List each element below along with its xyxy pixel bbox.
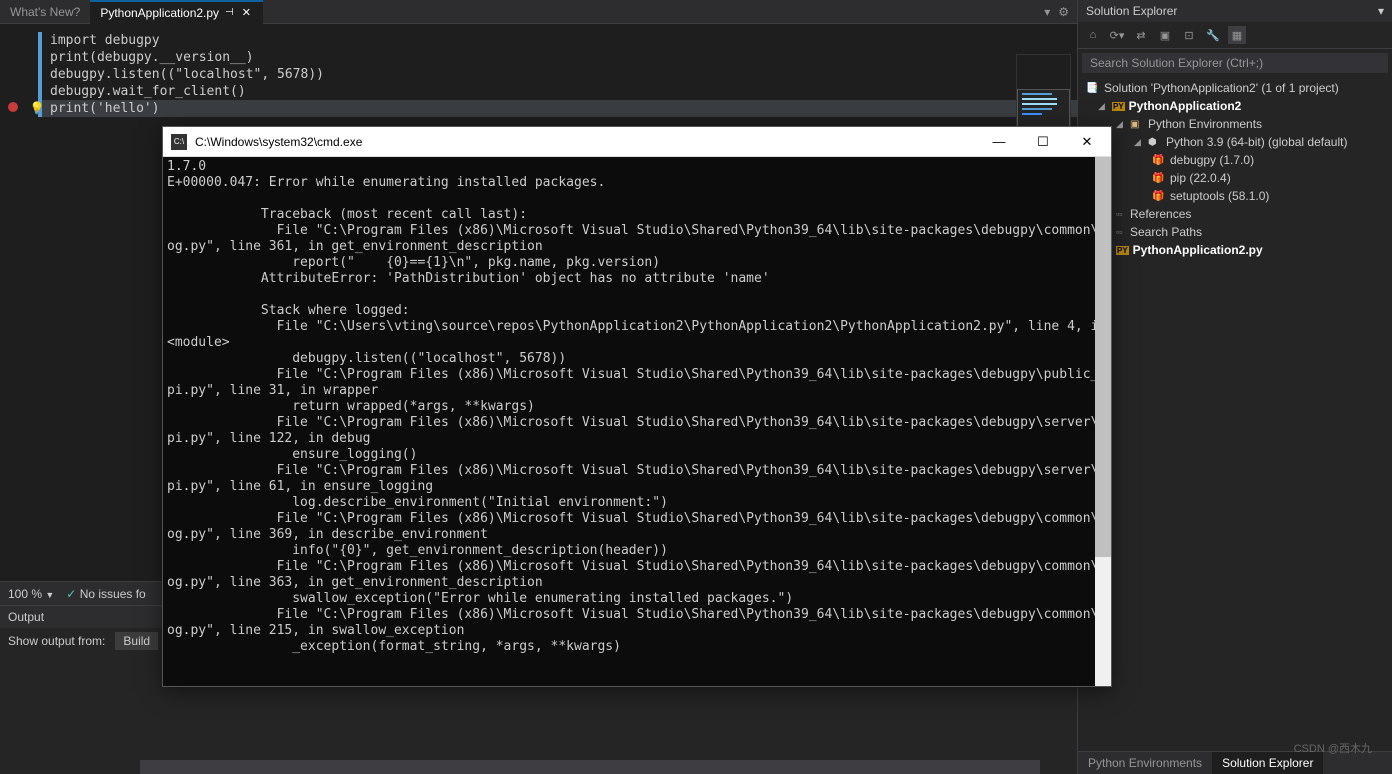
code-token: (( bbox=[160, 67, 176, 82]
error-indicator-icon[interactable] bbox=[8, 102, 18, 112]
horizontal-scrollbar[interactable] bbox=[0, 760, 1077, 774]
python-project-icon: PY bbox=[1112, 102, 1125, 111]
code-token: ) bbox=[246, 50, 254, 65]
output-from-select[interactable]: Build bbox=[115, 632, 158, 650]
cmd-icon: C:\ bbox=[171, 134, 187, 150]
searchpaths-node[interactable]: ▫▫Search Paths bbox=[1078, 223, 1392, 241]
expand-icon[interactable]: ▫▫ bbox=[1116, 227, 1126, 237]
preview-icon[interactable]: ▦ bbox=[1228, 26, 1246, 44]
tab-file[interactable]: PythonApplication2.py ⊣ ✕ bbox=[90, 0, 263, 24]
code-token: debugpy bbox=[97, 33, 160, 48]
tab-solution-explorer[interactable]: Solution Explorer bbox=[1212, 752, 1323, 774]
panel-title: Solution Explorer bbox=[1086, 4, 1177, 18]
code-token: debugpy. bbox=[50, 84, 113, 99]
code-token: print bbox=[50, 101, 89, 116]
package-node[interactable]: 🎁debugpy (1.7.0) bbox=[1078, 151, 1392, 169]
code-token: listen bbox=[113, 67, 160, 82]
package-icon: 🎁 bbox=[1152, 173, 1166, 184]
code-token: 'hello' bbox=[97, 101, 152, 116]
code-token: , bbox=[261, 67, 277, 82]
python-env-node[interactable]: ◢⬢Python 3.9 (64-bit) (global default) bbox=[1078, 133, 1392, 151]
code-token: 5678 bbox=[277, 67, 308, 82]
cmd-scrollbar[interactable] bbox=[1095, 157, 1111, 686]
solution-explorer-toolbar: ⌂ ⟳▾ ⇄ ▣ ⊡ 🔧 ▦ bbox=[1078, 22, 1392, 49]
code-token: "localhost" bbox=[175, 67, 261, 82]
solution-node[interactable]: 📑Solution 'PythonApplication2' (1 of 1 p… bbox=[1078, 79, 1392, 97]
package-node[interactable]: 🎁pip (22.0.4) bbox=[1078, 169, 1392, 187]
solution-tree: 📑Solution 'PythonApplication2' (1 of 1 p… bbox=[1078, 77, 1392, 751]
maximize-button[interactable]: ☐ bbox=[1021, 128, 1065, 156]
issues-indicator[interactable]: ✓ No issues fo bbox=[66, 587, 145, 601]
code-token: print bbox=[50, 50, 89, 65]
package-icon: 🎁 bbox=[1152, 191, 1166, 202]
dropdown-icon[interactable]: ▾ bbox=[1044, 5, 1050, 19]
code-token: __version__ bbox=[160, 50, 246, 65]
expand-icon[interactable]: ◢ bbox=[1134, 137, 1144, 148]
close-icon[interactable]: ✕ bbox=[240, 6, 253, 19]
tab-label: PythonApplication2.py bbox=[100, 6, 219, 20]
code-token: (debugpy. bbox=[89, 50, 159, 65]
solution-icon: 📑 bbox=[1086, 83, 1100, 94]
expand-icon[interactable]: ◢ bbox=[1098, 101, 1108, 112]
sync-icon[interactable]: ⇄ bbox=[1132, 26, 1150, 44]
home-icon[interactable]: ⌂ bbox=[1084, 26, 1102, 44]
package-icon: 🎁 bbox=[1152, 155, 1166, 166]
gear-icon[interactable]: ⚙ bbox=[1058, 5, 1069, 19]
cmd-title: C:\Windows\system32\cmd.exe bbox=[195, 135, 977, 149]
sidebar-bottom-tabs: Python Environments Solution Explorer bbox=[1078, 751, 1392, 774]
check-icon: ✓ bbox=[66, 587, 76, 601]
code-token: () bbox=[230, 84, 246, 99]
minimize-button[interactable]: — bbox=[977, 128, 1021, 156]
cmd-titlebar[interactable]: C:\ C:\Windows\system32\cmd.exe — ☐ ✕ bbox=[163, 127, 1111, 157]
close-button[interactable]: ✕ bbox=[1065, 128, 1109, 156]
project-node[interactable]: ◢PYPythonApplication2 bbox=[1078, 97, 1392, 115]
code-token: ) bbox=[152, 101, 160, 116]
python-file-icon: PY bbox=[1116, 246, 1129, 255]
code-token: wait_for_client bbox=[113, 84, 230, 99]
output-from-label: Show output from: bbox=[8, 634, 105, 648]
file-node[interactable]: PYPythonApplication2.py bbox=[1078, 241, 1392, 259]
code-token: )) bbox=[308, 67, 324, 82]
expand-icon[interactable]: ◢ bbox=[1116, 119, 1126, 130]
zoom-level[interactable]: 100 % ▼ bbox=[8, 587, 54, 601]
python-env-icon: ⬢ bbox=[1148, 137, 1162, 148]
cmd-window[interactable]: C:\ C:\Windows\system32\cmd.exe — ☐ ✕ 1.… bbox=[162, 126, 1112, 687]
tab-whatsnew[interactable]: What's New? bbox=[0, 1, 90, 23]
tab-label: What's New? bbox=[10, 5, 80, 19]
code-token: ( bbox=[89, 101, 97, 116]
collapse-icon[interactable]: ▣ bbox=[1156, 26, 1174, 44]
code-token: import bbox=[50, 33, 97, 48]
solution-explorer-search[interactable]: Search Solution Explorer (Ctrl+;) bbox=[1082, 53, 1388, 73]
tab-bar: What's New? PythonApplication2.py ⊣ ✕ ▾ … bbox=[0, 0, 1077, 24]
environments-node[interactable]: ◢▣Python Environments bbox=[1078, 115, 1392, 133]
properties-icon[interactable]: 🔧 bbox=[1204, 26, 1222, 44]
pin-icon[interactable]: ⊣ bbox=[225, 7, 234, 18]
switch-views-icon[interactable]: ⟳▾ bbox=[1108, 26, 1126, 44]
lightbulb-icon[interactable]: 💡 bbox=[30, 101, 45, 115]
chevron-down-icon: ▼ bbox=[45, 590, 54, 600]
references-node[interactable]: ▫▫References bbox=[1078, 205, 1392, 223]
folder-icon: ▣ bbox=[1130, 119, 1144, 130]
show-all-icon[interactable]: ⊡ bbox=[1180, 26, 1198, 44]
package-node[interactable]: 🎁setuptools (58.1.0) bbox=[1078, 187, 1392, 205]
cmd-output[interactable]: 1.7.0 E+00000.047: Error while enumerati… bbox=[163, 157, 1111, 686]
tab-python-environments[interactable]: Python Environments bbox=[1078, 752, 1212, 774]
code-token: debugpy. bbox=[50, 67, 113, 82]
expand-icon[interactable]: ▫▫ bbox=[1116, 209, 1126, 219]
solution-explorer-header: Solution Explorer ▾ bbox=[1078, 0, 1392, 22]
chevron-down-icon[interactable]: ▾ bbox=[1378, 4, 1384, 18]
